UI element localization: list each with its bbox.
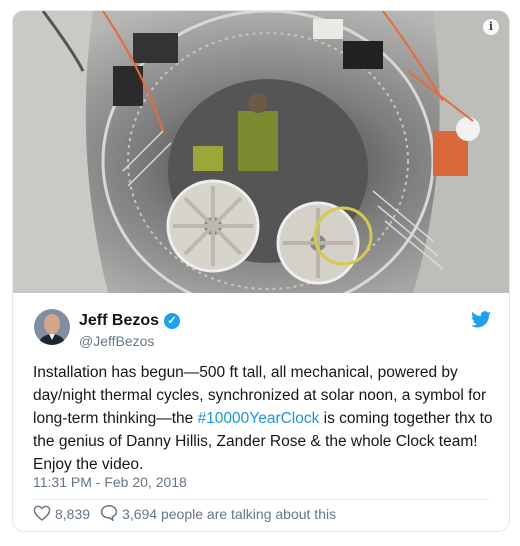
like-action[interactable]: 8,839	[33, 505, 90, 524]
twitter-bird-icon[interactable]	[471, 311, 491, 333]
heart-icon[interactable]	[33, 505, 51, 524]
avatar[interactable]	[34, 309, 70, 345]
info-icon[interactable]: i	[483, 19, 499, 35]
tweet-text: Installation has begun—500 ft tall, all …	[33, 361, 503, 476]
author-name-row[interactable]: Jeff Bezos ✓	[79, 312, 181, 330]
talking-action[interactable]: 3,694 people are talking about this	[100, 504, 336, 524]
tweet-video[interactable]: i	[13, 11, 509, 293]
tweet-timestamp[interactable]: 11:31 PM - Feb 20, 2018	[33, 474, 187, 490]
divider	[33, 499, 489, 500]
verified-badge-icon: ✓	[164, 313, 181, 329]
author-name[interactable]: Jeff Bezos	[79, 312, 159, 330]
talking-count: 3,694 people are talking about this	[122, 506, 337, 522]
tweet-header: Jeff Bezos ✓ @JeffBezos	[13, 293, 509, 353]
author-names: Jeff Bezos ✓ @JeffBezos	[79, 312, 181, 349]
author-handle[interactable]: @JeffBezos	[79, 333, 180, 349]
video-frame	[13, 11, 509, 293]
avatar-image	[34, 309, 70, 345]
comment-icon[interactable]	[100, 504, 118, 524]
like-count: 8,839	[55, 506, 91, 522]
tweet-card: i Jeff Bezos ✓ @JeffBezos Installation h…	[12, 10, 510, 532]
engagement-bar: 8,839 3,694 people are talking about thi…	[33, 502, 336, 526]
hashtag-link[interactable]: #10000YearClock	[198, 410, 320, 427]
